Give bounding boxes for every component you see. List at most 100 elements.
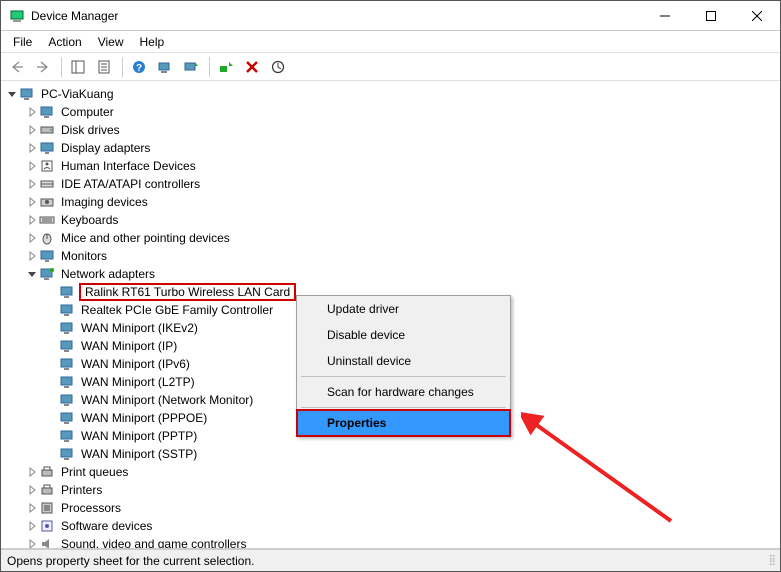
tree-category[interactable]: Imaging devices — [21, 193, 780, 211]
context-menu-item[interactable]: Disable device — [297, 322, 510, 348]
show-hide-console-button[interactable] — [66, 55, 90, 79]
expand-icon[interactable] — [25, 231, 39, 245]
category-icon — [39, 482, 55, 498]
context-menu-item[interactable]: Properties — [297, 410, 510, 436]
network-adapter-icon — [59, 356, 75, 372]
tree-category-label: Imaging devices — [59, 195, 150, 209]
network-adapter-icon — [59, 392, 75, 408]
tree-category[interactable]: Display adapters — [21, 139, 780, 157]
expand-icon[interactable] — [25, 249, 39, 263]
toolbar-separator — [61, 57, 62, 77]
app-icon — [9, 8, 25, 24]
maximize-button[interactable] — [688, 1, 734, 31]
tree-device-label: WAN Miniport (IPv6) — [79, 357, 192, 371]
expand-icon[interactable] — [25, 465, 39, 479]
status-text: Opens property sheet for the current sel… — [7, 554, 254, 568]
category-icon — [39, 158, 55, 174]
category-icon — [39, 140, 55, 156]
category-icon — [39, 464, 55, 480]
annotation-arrow — [521, 411, 681, 531]
tree-category-label: Monitors — [59, 249, 109, 263]
toolbar: ? — [1, 53, 780, 81]
tree-root-node[interactable]: PC-ViaKuang — [1, 85, 780, 103]
category-icon — [39, 536, 55, 549]
expand-icon[interactable] — [25, 195, 39, 209]
expand-icon[interactable] — [25, 159, 39, 173]
expand-icon[interactable] — [25, 177, 39, 191]
tree-category-label: Print queues — [59, 465, 130, 479]
tree-category[interactable]: IDE ATA/ATAPI controllers — [21, 175, 780, 193]
category-icon — [39, 176, 55, 192]
expand-icon[interactable] — [25, 267, 39, 281]
help-button[interactable]: ? — [127, 55, 151, 79]
tree-device-label: WAN Miniport (Network Monitor) — [79, 393, 255, 407]
menu-file[interactable]: File — [5, 33, 40, 51]
category-icon — [39, 230, 55, 246]
tree-device-label: WAN Miniport (PPPOE) — [79, 411, 209, 425]
menu-view[interactable]: View — [90, 33, 132, 51]
tree-device-label: Ralink RT61 Turbo Wireless LAN Card — [79, 283, 296, 301]
window-controls — [642, 1, 780, 31]
expand-icon[interactable] — [25, 105, 39, 119]
tree-category[interactable]: Monitors — [21, 247, 780, 265]
menubar: File Action View Help — [1, 31, 780, 53]
tree-category-label: Human Interface Devices — [59, 159, 198, 173]
window-title: Device Manager — [31, 9, 642, 23]
network-adapter-icon — [59, 446, 75, 462]
enable-device-button[interactable] — [214, 55, 238, 79]
context-menu-separator — [301, 376, 506, 377]
expand-icon[interactable] — [5, 87, 19, 101]
tree-category[interactable]: Human Interface Devices — [21, 157, 780, 175]
computer-icon — [19, 86, 35, 102]
expand-icon[interactable] — [25, 141, 39, 155]
svg-text:?: ? — [136, 63, 142, 74]
network-adapter-icon — [59, 410, 75, 426]
expand-icon[interactable] — [25, 519, 39, 533]
tree-category[interactable]: Keyboards — [21, 211, 780, 229]
tree-category-label: Display adapters — [59, 141, 152, 155]
menu-help[interactable]: Help — [132, 33, 173, 51]
expand-icon[interactable] — [25, 483, 39, 497]
tree-device-label: WAN Miniport (SSTP) — [79, 447, 199, 461]
context-menu-item[interactable]: Uninstall device — [297, 348, 510, 374]
expand-icon[interactable] — [25, 537, 39, 549]
expand-icon[interactable] — [25, 501, 39, 515]
device-tree-panel[interactable]: PC-ViaKuang Computer Disk drives Display ad… — [1, 81, 780, 549]
update-driver-button[interactable] — [179, 55, 203, 79]
network-adapter-icon — [59, 302, 75, 318]
expand-icon[interactable] — [25, 123, 39, 137]
tree-category[interactable]: Sound, video and game controllers — [21, 535, 780, 549]
context-menu-item[interactable]: Update driver — [297, 296, 510, 322]
forward-button[interactable] — [31, 55, 55, 79]
tree-category-label: Keyboards — [59, 213, 120, 227]
tree-category-label: Sound, video and game controllers — [59, 537, 248, 549]
tree-category[interactable]: Network adapters — [21, 265, 780, 283]
tree-root-label: PC-ViaKuang — [39, 87, 116, 101]
tree-category-label: Software devices — [59, 519, 154, 533]
category-icon — [39, 518, 55, 534]
uninstall-device-button[interactable] — [240, 55, 264, 79]
category-icon — [39, 194, 55, 210]
tree-category-label: Disk drives — [59, 123, 122, 137]
scan-changes-button[interactable] — [266, 55, 290, 79]
tree-category-label: Network adapters — [59, 267, 157, 281]
context-menu-item[interactable]: Scan for hardware changes — [297, 379, 510, 405]
network-adapter-icon — [59, 374, 75, 390]
resize-grip[interactable]: ⣿ — [769, 555, 774, 566]
category-icon — [39, 104, 55, 120]
statusbar: Opens property sheet for the current sel… — [1, 549, 780, 571]
back-button[interactable] — [5, 55, 29, 79]
close-button[interactable] — [734, 1, 780, 31]
tree-category[interactable]: Computer — [21, 103, 780, 121]
tree-category[interactable]: Disk drives — [21, 121, 780, 139]
menu-action[interactable]: Action — [40, 33, 89, 51]
minimize-button[interactable] — [642, 1, 688, 31]
scan-hardware-button[interactable] — [153, 55, 177, 79]
network-adapter-icon — [59, 320, 75, 336]
tree-category-label: IDE ATA/ATAPI controllers — [59, 177, 202, 191]
tree-category-label: Mice and other pointing devices — [59, 231, 232, 245]
tree-category[interactable]: Mice and other pointing devices — [21, 229, 780, 247]
properties-button[interactable] — [92, 55, 116, 79]
category-icon — [39, 212, 55, 228]
expand-icon[interactable] — [25, 213, 39, 227]
